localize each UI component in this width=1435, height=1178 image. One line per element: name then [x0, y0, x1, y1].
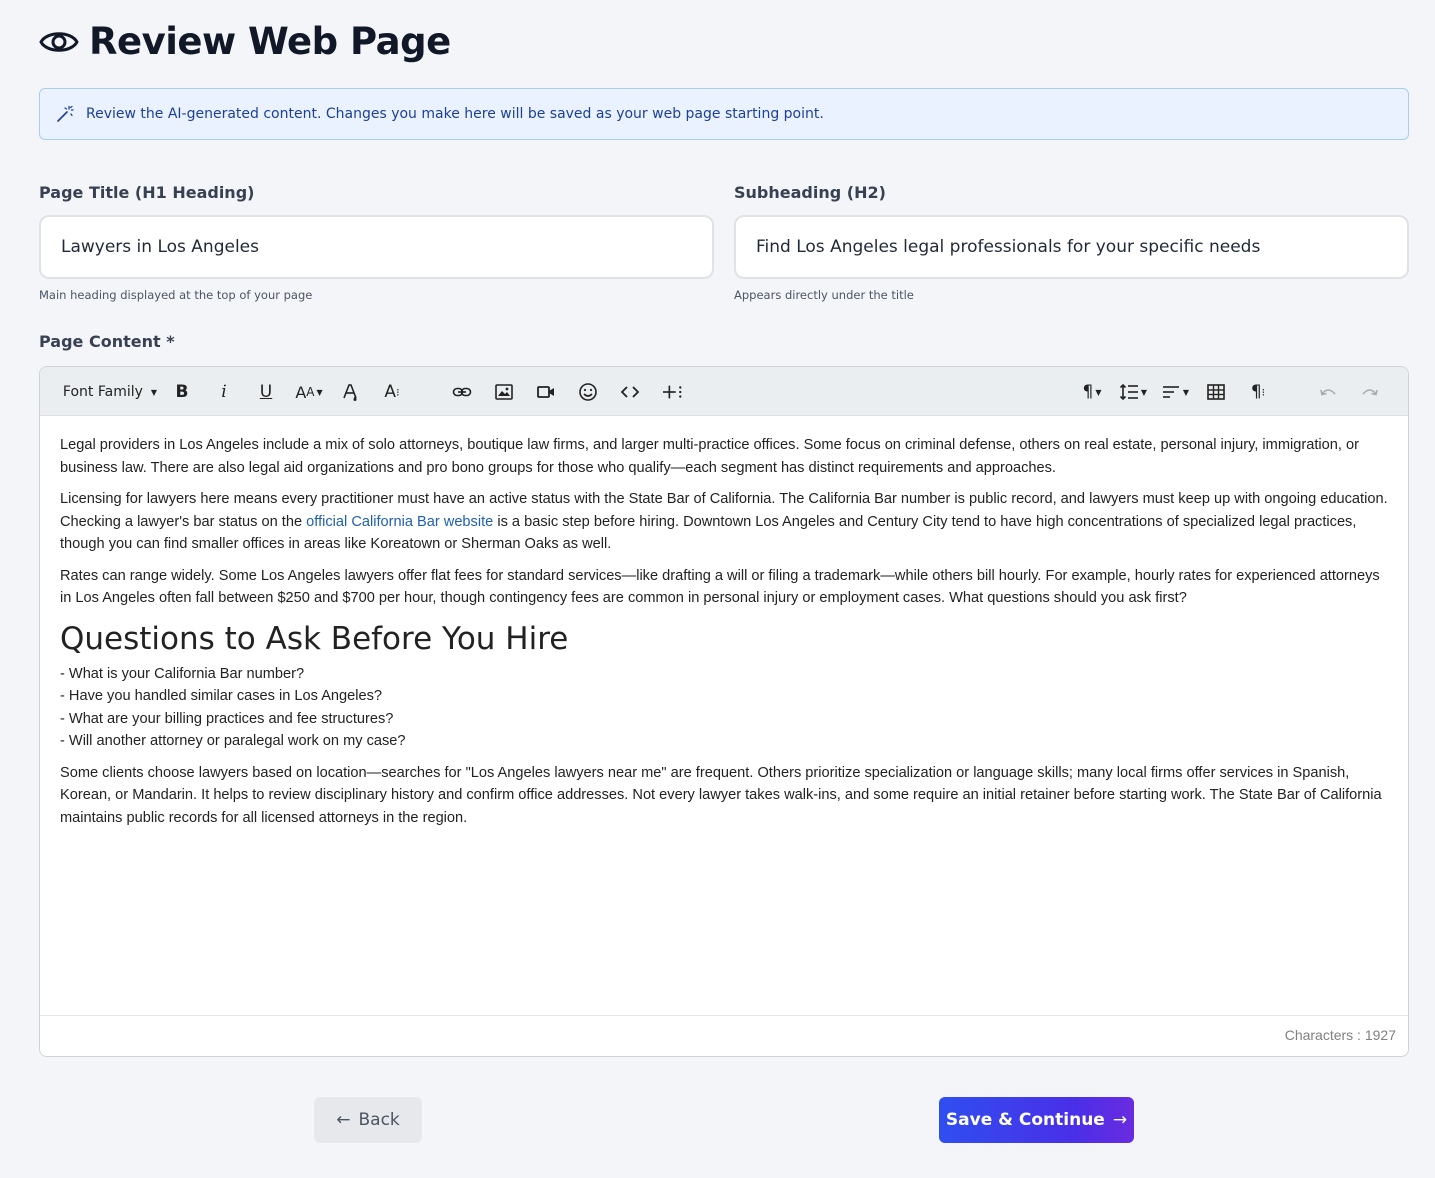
back-button-label: Back [358, 1110, 400, 1130]
california-bar-link[interactable]: official California Bar website [306, 514, 493, 530]
code-view-icon[interactable] [618, 379, 642, 405]
content-heading: Questions to Ask Before You Hire [60, 620, 569, 657]
magic-wand-icon [57, 105, 74, 122]
more-paragraph-icon[interactable]: ¶ ⁝ [1246, 379, 1270, 405]
content-paragraph: Rates can range widely. Some Los Angeles… [60, 567, 1380, 607]
question-list: - What is your California Bar number? - … [60, 663, 1388, 753]
arrow-right-icon: → [1112, 1110, 1128, 1130]
save-continue-button[interactable]: Save & Continue → [939, 1097, 1134, 1143]
image-icon[interactable] [492, 379, 516, 405]
font-size-icon[interactable]: A A ▼ [290, 379, 328, 405]
undo-icon[interactable] [1316, 379, 1340, 405]
subheading-field: Subheading (H2) Appears directly under t… [734, 182, 1409, 302]
rich-text-editor: Font Family ▼ B i U A A ▼ A ⁝ ¶ ▼ ▼ ▼ ¶ … [39, 366, 1409, 1057]
content-paragraph: Licensing for lawyers here means every p… [60, 488, 1388, 556]
video-icon[interactable] [534, 379, 558, 405]
link-icon[interactable] [450, 379, 474, 405]
page-content-label: Page Content * [39, 332, 175, 351]
editor-content[interactable]: Legal providers in Los Angeles include a… [40, 416, 1408, 1016]
info-banner: Review the AI-generated content. Changes… [39, 88, 1409, 140]
content-paragraph: Some clients choose lawyers based on loc… [60, 764, 1382, 826]
text-color-icon[interactable] [338, 379, 362, 405]
subheading-help: Appears directly under the title [734, 288, 914, 302]
chevron-down-icon: ▼ [150, 387, 158, 397]
font-family-dropdown[interactable]: Font Family ▼ [60, 379, 160, 405]
page-title-label: Page Title (H1 Heading) [39, 183, 255, 202]
page-title-input[interactable] [39, 215, 714, 279]
character-count: Characters : 1927 [40, 1015, 1408, 1056]
editor-toolbar: Font Family ▼ B i U A A ▼ A ⁝ ¶ ▼ ▼ ▼ ¶ … [40, 367, 1408, 416]
page-header: Review Web Page [39, 20, 451, 63]
content-paragraph: Legal providers in Los Angeles include a… [60, 437, 1359, 476]
list-item: - Have you handled similar cases in Los … [60, 688, 383, 704]
table-icon[interactable] [1204, 379, 1228, 405]
font-family-label: Font Family [62, 384, 143, 400]
paragraph-format-icon[interactable]: ¶ ▼ [1076, 379, 1108, 405]
emoji-icon[interactable] [576, 379, 600, 405]
list-item: - What is your California Bar number? [60, 665, 305, 682]
insert-more-icon[interactable] [660, 379, 686, 405]
subheading-label: Subheading (H2) [734, 183, 886, 202]
italic-icon[interactable]: i [212, 379, 236, 405]
list-item: - Will another attorney or paralegal wor… [60, 733, 406, 749]
list-item: - What are your billing practices and fe… [60, 710, 394, 727]
eye-icon [39, 31, 79, 52]
arrow-left-icon: ← [336, 1110, 351, 1130]
line-height-icon[interactable]: ▼ [1116, 379, 1150, 405]
save-button-label: Save & Continue [945, 1110, 1105, 1130]
subheading-input[interactable] [734, 215, 1409, 279]
bold-icon[interactable]: B [170, 379, 194, 405]
page-title-field: Page Title (H1 Heading) Main heading dis… [39, 182, 714, 302]
underline-icon[interactable]: U [254, 379, 278, 405]
more-text-icon[interactable]: A ⁝ [380, 379, 404, 405]
page-title-help: Main heading displayed at the top of you… [39, 288, 313, 302]
info-banner-text: Review the AI-generated content. Changes… [86, 106, 824, 122]
redo-icon[interactable] [1358, 379, 1382, 405]
back-button[interactable]: ← Back [314, 1097, 422, 1143]
align-icon[interactable]: ▼ [1158, 379, 1192, 405]
page-title: Review Web Page [89, 20, 451, 63]
